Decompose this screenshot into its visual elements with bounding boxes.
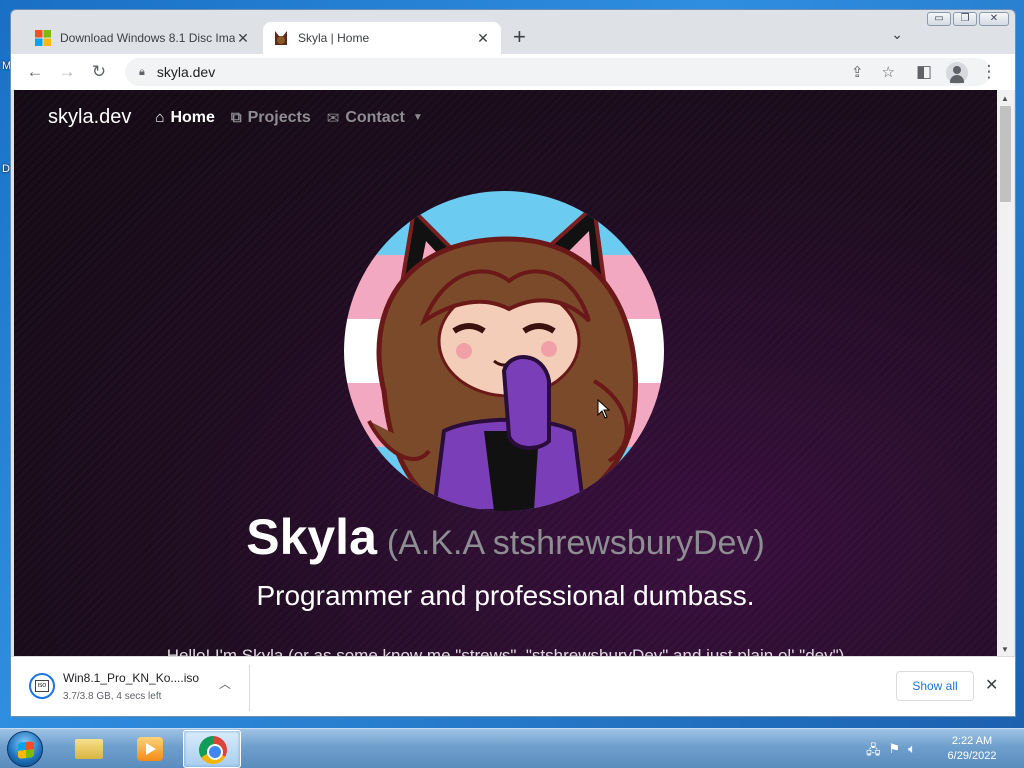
- new-tab-button[interactable]: +: [513, 26, 526, 48]
- profile-icon: [946, 62, 968, 84]
- chevron-up-icon[interactable]: ︿: [219, 675, 231, 692]
- nav-contact-label: Contact: [345, 108, 405, 126]
- hero-heading: Skyla (A.K.A stshrewsburyDev): [14, 508, 997, 566]
- chrome-icon: [199, 736, 227, 764]
- browser-toolbar: ← → ↻ 🔒︎ skyla.dev ⇪ ☆ ◧ ⋮: [11, 54, 1015, 90]
- nav-home-label: Home: [170, 108, 215, 126]
- clock-time: 2:22 AM: [951, 735, 993, 747]
- action-center-flag-icon[interactable]: ⚑: [889, 741, 901, 763]
- tab-title: Skyla | Home: [298, 31, 370, 45]
- hero-tagline: Programmer and professional dumbass.: [256, 580, 755, 611]
- system-tray: 🖧︎ ⚑ 🔈︎: [866, 741, 916, 763]
- lock-icon[interactable]: 🔒︎: [139, 66, 145, 79]
- taskbar-explorer[interactable]: [58, 730, 116, 768]
- desktop-edge-text: D: [2, 163, 10, 175]
- back-arrow-icon[interactable]: ←: [25, 62, 45, 82]
- bookmark-star-icon[interactable]: ☆: [882, 63, 895, 81]
- site-navbar: skyla.dev ⌂ Home ⧉ Projects ✉ Contact ▼: [48, 106, 439, 129]
- close-icon[interactable]: ✕: [475, 30, 491, 47]
- system-clock[interactable]: 2:22 AM 6/29/2022: [942, 734, 1002, 764]
- reload-icon[interactable]: ↻: [89, 62, 109, 82]
- tab-skyla-home[interactable]: Skyla | Home ✕: [263, 22, 501, 54]
- close-icon[interactable]: ✕: [235, 30, 251, 47]
- site-brand[interactable]: skyla.dev: [48, 106, 131, 129]
- clock-date: 6/29/2022: [947, 750, 997, 762]
- share-icon[interactable]: ⇪: [851, 63, 864, 81]
- iso-file-icon-label: ISO: [35, 680, 49, 692]
- hero-name: Skyla: [246, 509, 377, 565]
- download-status: 3.7/3.8 GB, 4 secs left: [63, 691, 162, 702]
- download-filename[interactable]: Win8.1_Pro_KN_Ko....iso: [63, 671, 199, 685]
- nav-projects-label: Projects: [247, 108, 311, 126]
- hero-aka: (A.K.A stshrewsburyDev): [386, 524, 765, 562]
- sitemap-icon: ⧉: [230, 109, 242, 126]
- browser-window: Download Windows 8.1 Disc Ima ✕ Skyla | …: [10, 9, 1016, 717]
- microsoft-logo-icon: [35, 30, 51, 46]
- hero-intro-text: Hello! I'm Skyla (or as some know me "st…: [166, 646, 845, 656]
- nav-home[interactable]: ⌂ Home: [155, 109, 215, 127]
- window-controls: ▭ ❐ ✕: [927, 12, 1009, 26]
- mouse-cursor-icon: [597, 399, 611, 419]
- taskbar-media-player[interactable]: [120, 730, 178, 768]
- tab-strip: Download Windows 8.1 Disc Ima ✕ Skyla | …: [11, 10, 1015, 54]
- download-divider: [249, 665, 250, 711]
- profile-avatar[interactable]: [946, 62, 968, 84]
- profile-avatar-image: [344, 191, 664, 511]
- scroll-down-arrow-icon[interactable]: ▼: [1001, 645, 1009, 654]
- scroll-up-arrow-icon[interactable]: ▲: [1001, 94, 1009, 103]
- tab-windows-download[interactable]: Download Windows 8.1 Disc Ima ✕: [25, 22, 261, 54]
- minimize-button[interactable]: ▭: [927, 12, 951, 26]
- window-close-button[interactable]: ✕: [979, 12, 1009, 26]
- tab-search-chevron-icon[interactable]: ⌄: [891, 26, 903, 43]
- taskbar: 🖧︎ ⚑ 🔈︎ 2:22 AM 6/29/2022: [0, 728, 1024, 768]
- forward-arrow-icon[interactable]: →: [57, 62, 77, 82]
- caret-down-icon: ▼: [412, 112, 423, 123]
- maximize-button[interactable]: ❐: [953, 12, 977, 26]
- page-scrollbar[interactable]: ▲ ▼: [997, 90, 1014, 656]
- nav-contact[interactable]: ✉ Contact ▼: [327, 109, 423, 127]
- volume-icon[interactable]: 🔈︎: [908, 741, 916, 763]
- page-viewport: skyla.dev ⌂ Home ⧉ Projects ✉ Contact ▼: [14, 90, 997, 656]
- scroll-thumb[interactable]: [1000, 106, 1011, 202]
- download-bar: ISO Win8.1_Pro_KN_Ko....iso 3.7/3.8 GB, …: [11, 656, 1015, 716]
- home-icon: ⌂: [155, 109, 165, 126]
- iso-file-icon[interactable]: ISO: [29, 673, 55, 699]
- address-bar[interactable]: 🔒︎ skyla.dev ⇪ ☆: [125, 58, 991, 86]
- omnibox-actions: ⇪ ☆: [851, 63, 895, 81]
- envelope-icon: ✉: [326, 109, 340, 127]
- show-all-button[interactable]: Show all: [896, 671, 974, 701]
- side-panel-icon[interactable]: ◧: [914, 62, 934, 82]
- close-icon[interactable]: ✕: [985, 675, 998, 695]
- skyla-favicon-icon: [275, 31, 287, 45]
- menu-kebab-icon[interactable]: ⋮: [979, 62, 999, 82]
- taskbar-chrome[interactable]: [183, 730, 241, 768]
- folder-icon: [75, 739, 103, 759]
- url-text[interactable]: skyla.dev: [157, 64, 215, 80]
- start-button[interactable]: [7, 731, 43, 767]
- tab-title: Download Windows 8.1 Disc Ima: [60, 31, 235, 45]
- nav-projects[interactable]: ⧉ Projects: [231, 109, 311, 127]
- network-icon[interactable]: 🖧︎: [866, 741, 881, 763]
- media-player-icon: [137, 737, 163, 761]
